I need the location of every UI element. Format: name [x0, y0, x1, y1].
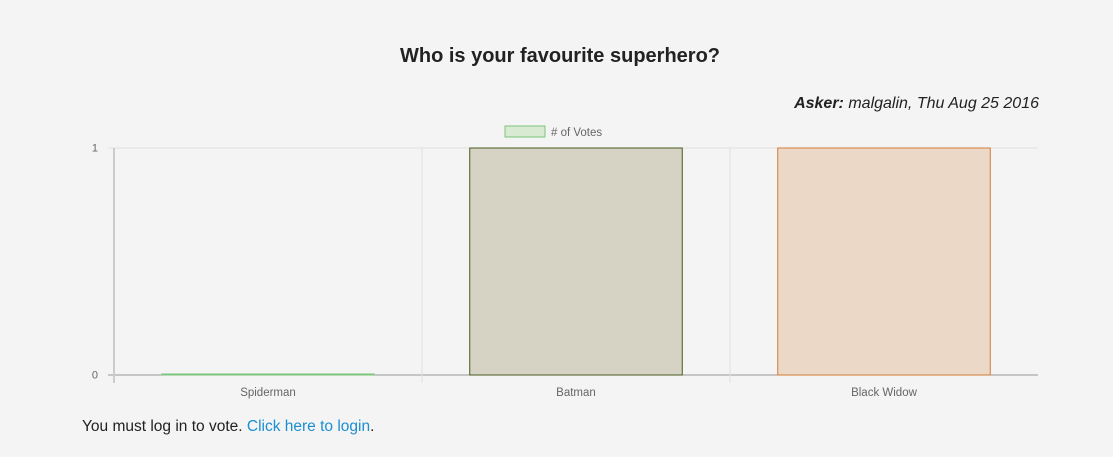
legend-label: # of Votes: [551, 127, 602, 139]
x-tick-label: Spiderman: [240, 387, 296, 399]
bar-black-widow: [777, 147, 991, 376]
login-prompt: You must log in to vote. Click here to l…: [82, 418, 374, 436]
y-tick-label: 1: [92, 143, 98, 155]
x-tick-label: Batman: [556, 387, 596, 399]
bar-batman: [469, 147, 683, 376]
y-tick-label: 0: [92, 370, 98, 382]
poll-title: Who is your favourite superhero?: [399, 45, 721, 67]
votes-bar-chart: 0 1 Spiderman Batman Black Widow # of Votes: [92, 125, 1038, 399]
login-prompt-text: You must log in to vote.: [82, 418, 247, 435]
legend-swatch: [504, 125, 546, 138]
asker-details: malgalin, Thu Aug 25 2016: [848, 95, 1039, 112]
x-tick-label: Black Widow: [851, 387, 918, 399]
bar-spiderman: [161, 373, 375, 376]
asker-label: Asker:: [794, 95, 844, 112]
asker-line: Asker: malgalin, Thu Aug 25 2016: [794, 95, 1039, 113]
login-prompt-suffix: .: [370, 418, 375, 435]
login-link[interactable]: Click here to login: [247, 418, 370, 435]
